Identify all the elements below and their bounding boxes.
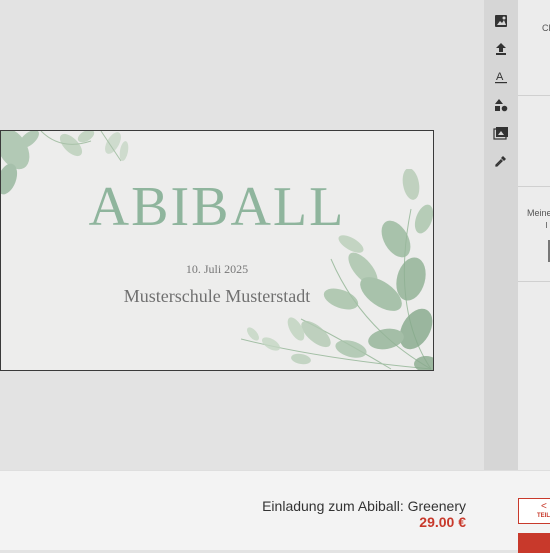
design-workspace: ABIBALL 10. Juli 2025 Musterschule Muste…	[0, 0, 484, 470]
image-add-icon[interactable]	[491, 11, 511, 31]
gallery-icon[interactable]	[491, 123, 511, 143]
invitation-card[interactable]: ABIBALL 10. Juli 2025 Musterschule Muste…	[0, 130, 434, 371]
panel-divider	[518, 186, 550, 187]
product-price: 29.00 €	[419, 514, 466, 530]
share-button-label: TEIL	[537, 513, 550, 519]
share-button[interactable]: < TEIL	[518, 498, 550, 524]
product-footer: Einladung zum Abiball: Greenery 29.00 € …	[0, 470, 550, 553]
editor-toolbar: A	[484, 0, 518, 470]
shapes-icon[interactable]	[491, 95, 511, 115]
eyedropper-icon[interactable]	[491, 151, 511, 171]
side-panel-section-label: Meine	[527, 208, 550, 218]
panel-divider	[518, 281, 550, 282]
foliage-bottom-right	[241, 169, 433, 370]
panel-divider	[518, 95, 550, 96]
text-icon[interactable]: A	[491, 67, 511, 87]
side-panel-control-edge[interactable]	[546, 222, 550, 228]
side-panel-top-label: Cli	[542, 23, 550, 33]
upload-icon[interactable]	[491, 39, 511, 59]
product-name: Einladung zum Abiball: Greenery	[262, 498, 466, 514]
svg-text:A: A	[496, 71, 504, 83]
side-panel: Cli Meine	[518, 0, 550, 470]
share-icon: <	[541, 501, 547, 512]
add-to-cart-button[interactable]	[518, 533, 550, 553]
